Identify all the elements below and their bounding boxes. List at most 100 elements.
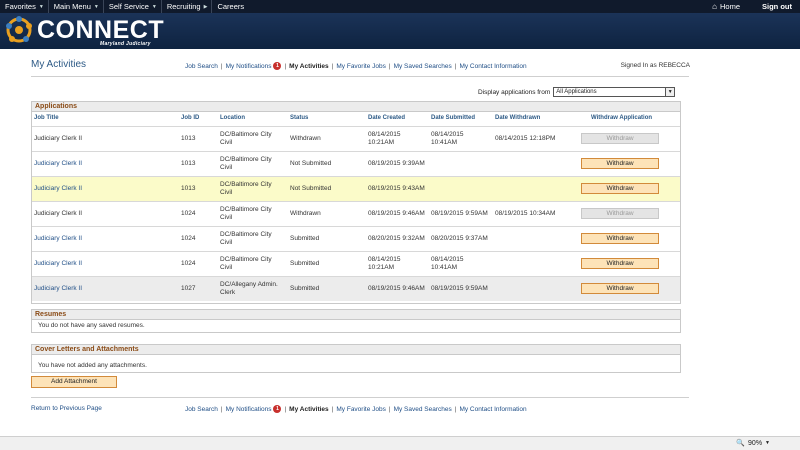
brand-name: CONNECT xyxy=(37,16,165,44)
sign-out-link[interactable]: Sign out xyxy=(762,2,792,11)
col-job-title: Job Title xyxy=(34,115,59,121)
withdraw-button[interactable]: Withdraw xyxy=(581,258,659,269)
signed-in-text: Signed In as REBECCA xyxy=(620,62,690,69)
location-cell: DC/Baltimore City xyxy=(220,231,272,238)
job-search-link[interactable]: Job Search xyxy=(185,406,218,413)
date-created-cell: 08/14/2015 xyxy=(368,131,401,138)
link-separator: | xyxy=(388,405,391,413)
saved-searches-link[interactable]: My Saved Searches xyxy=(394,406,452,413)
location-cell: DC/Baltimore City xyxy=(220,131,272,138)
job-id-cell: 1013 xyxy=(181,185,196,192)
status-cell: Submitted xyxy=(290,285,320,292)
connect-logo-icon xyxy=(6,16,32,43)
link-separator: | xyxy=(331,405,334,413)
location-cell-line2: Civil xyxy=(220,239,233,246)
chevron-down-icon: ▼ xyxy=(765,440,770,446)
saved-searches-link[interactable]: My Saved Searches xyxy=(394,63,452,70)
applications-heading: Applications xyxy=(32,102,680,112)
divider xyxy=(31,397,689,398)
nav-careers[interactable]: Careers xyxy=(212,0,248,13)
job-title-cell[interactable]: Judiciary Clerk II xyxy=(34,260,82,268)
job-search-link[interactable]: Job Search xyxy=(185,63,218,70)
job-id-cell: 1024 xyxy=(181,235,196,242)
table-row: Judiciary Clerk II 1024 DC/Baltimore City C… xyxy=(32,226,680,251)
link-separator: | xyxy=(388,62,391,70)
nav-recruiting-label: Recruiting xyxy=(166,2,201,11)
contact-info-link[interactable]: My Contact Information xyxy=(459,406,526,413)
zoom-control[interactable]: 🔍 90% ▼ xyxy=(736,439,770,448)
nav-self-service[interactable]: Self Service ▼ xyxy=(104,0,162,13)
top-nav-right: ⌂ Home Sign out xyxy=(712,0,800,13)
withdraw-button[interactable]: Withdraw xyxy=(581,283,659,294)
withdraw-button[interactable]: Withdraw xyxy=(581,158,659,169)
job-title-cell: Judiciary Clerk II xyxy=(34,135,83,142)
resumes-section: Resumes You do not have any saved resume… xyxy=(31,309,681,333)
location-cell: DC/Baltimore City xyxy=(220,156,272,163)
notifications-link[interactable]: My Notifications xyxy=(226,406,272,413)
col-withdraw-application: Withdraw Application xyxy=(591,115,653,121)
withdraw-button: Withdraw xyxy=(581,208,659,219)
location-cell-line2: Civil xyxy=(220,189,233,196)
status-cell: Withdrawn xyxy=(290,210,321,217)
link-separator: | xyxy=(284,405,287,413)
link-separator: | xyxy=(220,62,223,70)
chevron-down-icon[interactable]: ▼ xyxy=(665,88,675,96)
favorite-jobs-link[interactable]: My Favorite Jobs xyxy=(336,406,386,413)
job-title-cell: Judiciary Clerk II xyxy=(34,210,83,217)
favorite-jobs-link[interactable]: My Favorite Jobs xyxy=(336,63,386,70)
job-title-cell[interactable]: Judiciary Clerk II xyxy=(34,285,82,293)
resumes-heading: Resumes xyxy=(32,310,680,320)
col-location: Location xyxy=(220,115,245,121)
nav-favorites-label: Favorites xyxy=(5,2,36,11)
date-created-cell: 08/19/2015 9:39AM xyxy=(368,160,425,167)
date-created-cell: 08/19/2015 9:43AM xyxy=(368,185,425,192)
nav-recruiting[interactable]: Recruiting ▶ xyxy=(162,0,213,13)
table-row: Judiciary Clerk II 1024 DC/Baltimore City C… xyxy=(32,251,680,276)
status-cell: Submitted xyxy=(290,235,320,242)
zoom-level: 90% xyxy=(748,439,763,447)
return-to-previous-link[interactable]: Return to Previous Page xyxy=(31,405,102,412)
chevron-down-icon: ▼ xyxy=(38,3,44,10)
zoom-icon: 🔍 xyxy=(736,440,746,447)
contact-info-link[interactable]: My Contact Information xyxy=(459,63,526,70)
status-cell: Submitted xyxy=(290,260,320,267)
applications-filter-select[interactable]: All Applications ▼ xyxy=(553,87,676,97)
notifications-link[interactable]: My Notifications xyxy=(226,63,272,70)
withdraw-button[interactable]: Withdraw xyxy=(581,233,659,244)
job-title-cell[interactable]: Judiciary Clerk II xyxy=(34,160,82,168)
status-cell: Not Submitted xyxy=(290,185,332,192)
nav-self-service-label: Self Service xyxy=(108,2,149,11)
location-cell: DC/Baltimore City xyxy=(220,256,272,263)
top-navigation-bar: Favorites ▼ Main Menu ▼ Self Service ▼ Recr… xyxy=(0,0,800,13)
date-created-cell: 08/14/2015 xyxy=(368,256,401,263)
location-cell-line2: Civil xyxy=(220,164,233,171)
home-link[interactable]: ⌂ Home xyxy=(712,2,740,11)
bottom-link-bar: Job Search | My Notifications 1 | My Activi… xyxy=(185,405,527,413)
cover-letters-heading: Cover Letters and Attachments xyxy=(32,345,680,355)
job-id-cell: 1027 xyxy=(181,285,196,292)
job-id-cell: 1013 xyxy=(181,160,196,167)
nav-favorites[interactable]: Favorites ▼ xyxy=(0,0,49,13)
my-activities-link[interactable]: My Activities xyxy=(289,63,329,70)
job-id-cell: 1024 xyxy=(181,260,196,267)
page-title: My Activities xyxy=(31,59,87,70)
location-cell: DC/Baltimore City xyxy=(220,181,272,188)
top-link-bar: Job Search | My Notifications 1 | My Activi… xyxy=(185,62,527,70)
my-activities-link[interactable]: My Activities xyxy=(289,406,329,413)
notification-count-badge: 1 xyxy=(273,405,282,413)
resumes-empty-message: You do not have any saved resumes. xyxy=(38,322,145,329)
location-cell-line2: Civil xyxy=(220,139,233,146)
nav-main-menu[interactable]: Main Menu ▼ xyxy=(49,0,104,13)
withdraw-button[interactable]: Withdraw xyxy=(581,183,659,194)
applications-grid: Applications Job Title Job ID Location S… xyxy=(31,101,681,304)
add-attachment-button[interactable]: Add Attachment xyxy=(31,376,117,388)
date-submitted-cell: 08/14/2015 xyxy=(431,256,464,263)
brand-subtitle: Maryland Judiciary xyxy=(100,41,151,47)
job-title-cell[interactable]: Judiciary Clerk II xyxy=(34,185,82,193)
col-date-created: Date Created xyxy=(368,115,406,121)
date-created-cell: 08/20/2015 9:32AM xyxy=(368,235,425,242)
date-submitted-cell-line2: 10:41AM xyxy=(431,264,458,271)
job-title-cell[interactable]: Judiciary Clerk II xyxy=(34,235,82,243)
attachments-empty-message: You have not added any attachments. xyxy=(38,362,147,369)
date-created-cell-line2: 10:21AM xyxy=(368,264,395,271)
